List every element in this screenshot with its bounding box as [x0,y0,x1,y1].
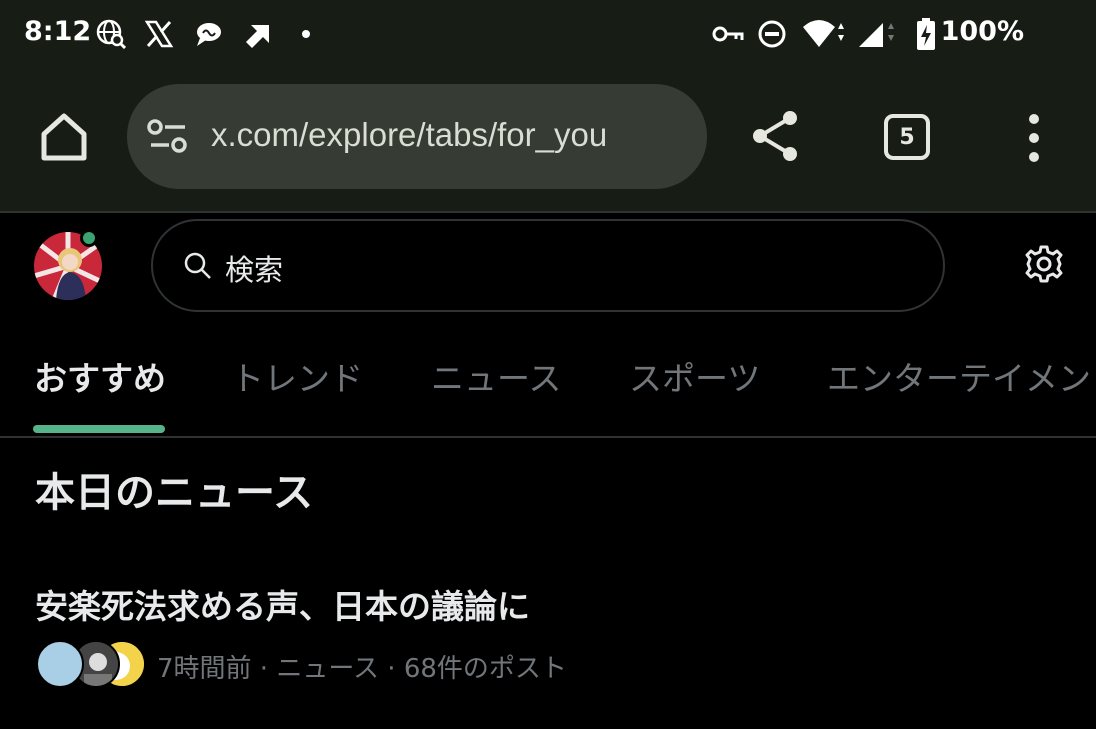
online-status-dot [80,229,98,247]
tab-switcher-button[interactable]: 5 [884,114,930,160]
share-button[interactable] [748,108,804,164]
x-logo-icon [143,18,175,50]
tab-news[interactable]: ニュース [431,352,561,400]
tabs-divider [0,436,1096,438]
browser-toolbar: x.com/explore/tabs/for_you 5 [0,68,1096,211]
search-icon [183,251,213,281]
search-input[interactable]: 検索 [151,219,945,312]
address-bar[interactable]: x.com/explore/tabs/for_you [127,84,707,189]
status-bar: 8:12 100% [0,0,1096,68]
section-title: 本日のニュース [35,470,313,516]
status-time: 8:12 [24,16,92,47]
dot-icon [290,18,322,50]
wifi-icon [800,18,850,50]
news-headline[interactable]: 安楽死法求める声、日本の議論に [35,580,530,628]
tab-sports[interactable]: スポーツ [629,352,760,400]
url-text[interactable]: x.com/explore/tabs/for_you [211,116,607,154]
tab-for-you[interactable]: おすすめ [34,352,166,400]
more-menu-button[interactable] [1016,112,1052,164]
globe-search-icon [95,18,127,50]
site-settings-icon[interactable] [147,118,189,154]
chat-bubble-icon [193,18,225,50]
tab-trending[interactable]: トレンド [231,352,363,400]
news-avatars [36,640,146,690]
gear-icon [1025,245,1063,283]
settings-button[interactable] [1024,244,1064,284]
battery-charging-icon [912,18,940,50]
tab-entertainment[interactable]: エンターテイメン [827,352,1091,400]
more-vert-icon [1029,114,1039,162]
share-icon [753,111,797,161]
home-icon [41,113,87,161]
arrow-up-right-icon [242,18,274,50]
vpn-key-icon [712,18,744,50]
do-not-disturb-icon [756,18,788,50]
browser-divider [0,211,1096,213]
news-meta: 7時間前 · ニュース · 68件のポスト [157,654,567,684]
active-tab-indicator [33,425,165,433]
home-button[interactable] [36,108,92,164]
source-avatar [36,640,84,688]
battery-percentage: 100% [940,16,1024,47]
search-placeholder: 検索 [225,253,284,287]
signal-icon [856,18,900,50]
